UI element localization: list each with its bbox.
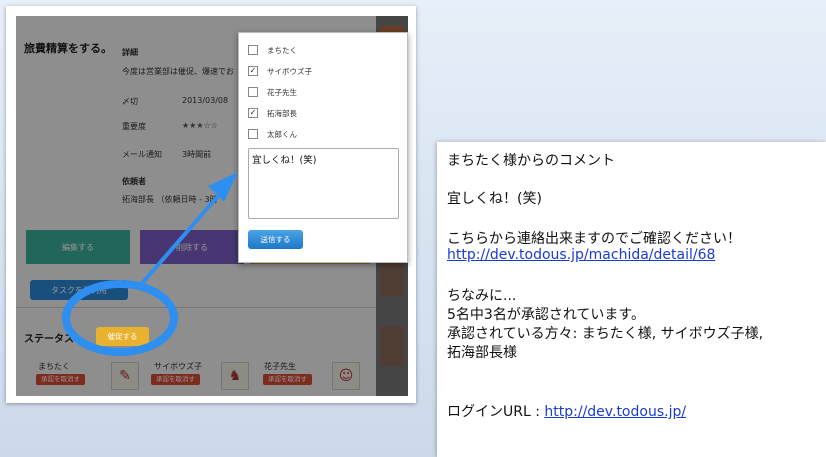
highlight-ellipse bbox=[62, 280, 178, 356]
pointer-arrow bbox=[136, 194, 220, 290]
arrow-head-icon bbox=[208, 172, 238, 202]
annotation-overlay bbox=[62, 172, 238, 356]
